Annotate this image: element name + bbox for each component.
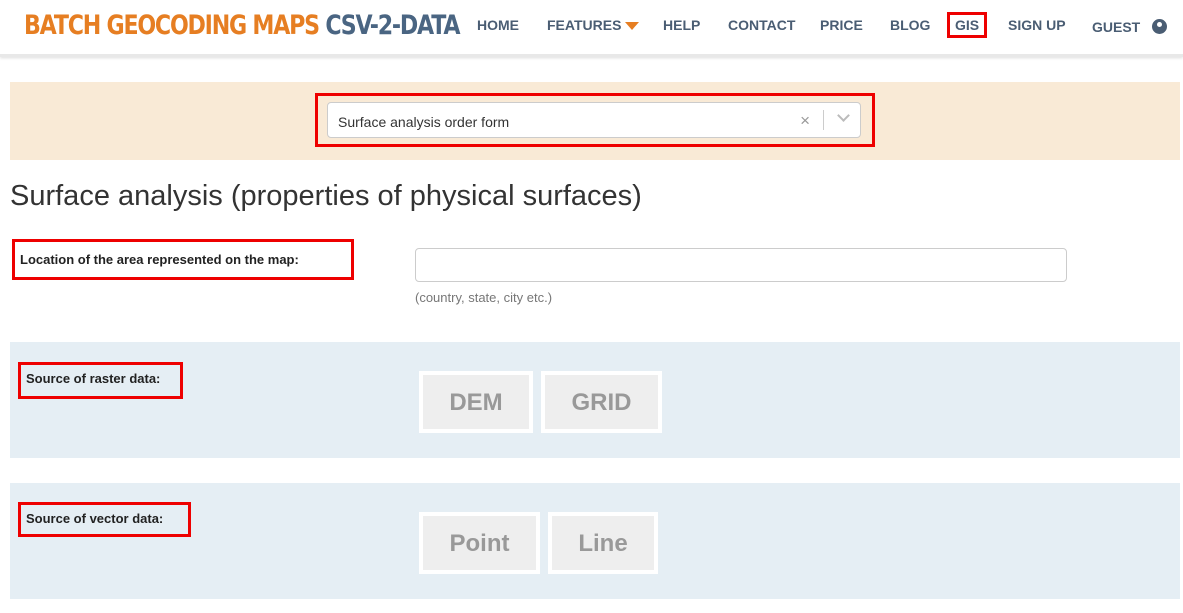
nav-blog[interactable]: BLOG <box>890 17 930 33</box>
point-button[interactable]: Point <box>419 512 540 574</box>
vector-label: Source of vector data: <box>18 502 191 537</box>
nav-contact[interactable]: CONTACT <box>728 17 795 33</box>
nav-sign-up[interactable]: SIGN UP <box>1008 17 1066 33</box>
divider <box>823 110 824 130</box>
dem-button[interactable]: DEM <box>419 371 533 433</box>
chevron-down-icon[interactable] <box>837 109 850 122</box>
raster-label: Source of raster data: <box>18 362 183 399</box>
location-hint: (country, state, city etc.) <box>415 290 553 305</box>
nav-price[interactable]: PRICE <box>820 17 863 33</box>
header: BATCH GEOCODING MAPS CSV-2-DATA HOME FEA… <box>0 0 1183 57</box>
nav-home[interactable]: HOME <box>477 17 519 33</box>
caret-down-icon <box>625 22 640 31</box>
location-input[interactable] <box>415 248 1067 282</box>
form-selector-band: Surface analysis order form × <box>10 82 1180 160</box>
nav-guest[interactable]: GUEST <box>1092 19 1168 35</box>
nav-features[interactable]: FEATURES <box>547 17 640 33</box>
form-selector-highlight: Surface analysis order form × <box>315 93 875 147</box>
grid-button[interactable]: GRID <box>541 371 662 433</box>
line-button[interactable]: Line <box>548 512 658 574</box>
nav-help[interactable]: HELP <box>663 17 700 33</box>
form-select[interactable]: Surface analysis order form × <box>327 102 861 138</box>
user-icon <box>1152 19 1168 34</box>
clear-icon[interactable]: × <box>800 111 810 131</box>
page-title: Surface analysis (properties of physical… <box>10 180 642 212</box>
nav-gis[interactable]: GIS <box>946 12 988 38</box>
location-label: Location of the area represented on the … <box>12 239 354 280</box>
logo[interactable]: BATCH GEOCODING MAPS CSV-2-DATA <box>24 10 460 41</box>
